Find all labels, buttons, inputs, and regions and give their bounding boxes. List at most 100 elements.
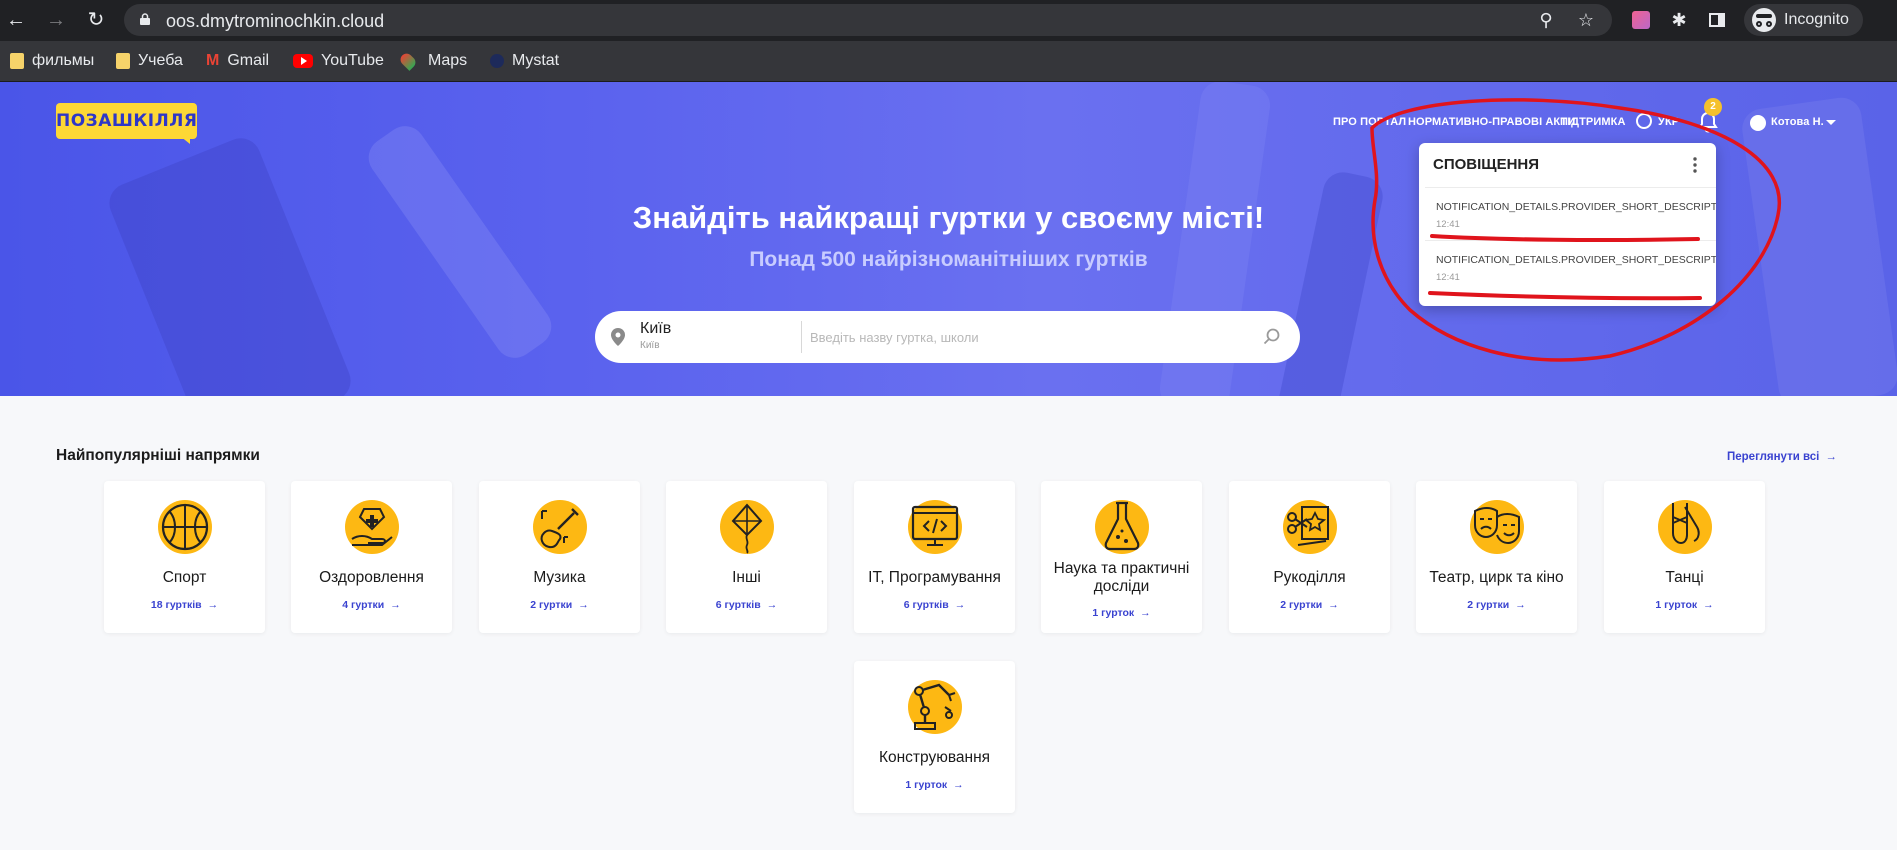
bookmark-gmail[interactable]: M Gmail [206,50,269,72]
category-title: Рукоділля [1273,569,1346,586]
category-count-link[interactable]: 1 гурток → [1604,599,1765,611]
guitar-icon [532,500,587,554]
category-count-link[interactable]: 1 гурток → [854,779,1015,791]
category-card[interactable]: Театр, цирк та кіно 2 гуртки → [1416,481,1577,633]
category-card[interactable]: Конструювання 1 гурток → [854,661,1015,813]
mystat-icon [490,54,504,68]
hero-pencil-decoration [360,118,560,366]
category-title: ІТ, Програмування [868,569,1001,586]
flask-icon [1094,500,1149,554]
arrow-right-icon: → [1703,599,1714,611]
category-title: Інші [732,569,761,586]
city-sub-label: Київ [640,340,660,351]
nav-legal[interactable]: НОРМАТИВНО-ПРАВОВІ АКТИ [1408,116,1575,128]
category-count: 2 гуртки [1467,599,1510,611]
ballet-shoes-icon [1657,500,1712,554]
search-icon[interactable] [1263,328,1281,346]
bookmark-label: Maps [428,52,468,69]
lock-icon [140,13,150,25]
category-card[interactable]: Танці 1 гурток → [1604,481,1765,633]
bookmark-study[interactable]: Учеба [116,50,183,72]
city-selector[interactable]: Київ [640,320,671,338]
zoom-icon[interactable]: ⚲ [1536,10,1556,30]
notification-text: NOTIFICATION_DETAILS.PROVIDER_SHORT_DESC… [1436,254,1716,266]
category-count-link[interactable]: 4 гуртки → [291,599,452,611]
bookmark-label: фильмы [32,52,95,69]
language-switch[interactable]: УКР [1658,116,1679,128]
category-card[interactable]: ІТ, Програмування 6 гуртків → [854,481,1015,633]
forward-arrow-icon[interactable]: → [44,8,68,32]
notification-text: NOTIFICATION_DETAILS.PROVIDER_SHORT_DESC… [1436,201,1716,213]
incognito-badge[interactable]: Incognito [1744,4,1863,36]
maps-pin-icon [398,51,418,71]
craft-scissors-icon [1282,500,1337,554]
category-title: Наука та практичні досліди [1053,560,1190,595]
category-count: 18 гуртків [150,599,202,611]
theater-masks-icon [1469,500,1524,554]
folder-icon [10,53,24,69]
bookmark-label: Mystat [512,52,560,69]
category-count-link[interactable]: 2 гуртки → [1416,599,1577,611]
category-count: 1 гурток [1655,599,1698,611]
see-all-label: Переглянути всі [1727,451,1820,463]
bookmark-label: Gmail [227,52,270,69]
category-title: Музика [533,569,586,586]
arrow-right-icon: → [1825,451,1837,463]
category-title: Театр, цирк та кіно [1429,569,1564,586]
site-logo[interactable]: ПОЗАШКІЛЛЯ [56,103,197,139]
notification-item[interactable]: NOTIFICATION_DETAILS.PROVIDER_SHORT_DESC… [1425,240,1716,292]
category-count-link[interactable]: 6 гуртків → [666,599,827,611]
health-hand-icon [344,500,399,554]
notifications-title: СПОВІЩЕННЯ [1433,156,1540,173]
category-card[interactable]: Рукоділля 2 гуртки → [1229,481,1390,633]
kite-icon [719,500,774,554]
computer-code-icon [907,500,962,554]
category-count-link[interactable]: 18 гуртків → [104,599,265,611]
search-input[interactable] [810,323,1250,351]
bookmark-maps[interactable]: Maps [398,50,468,72]
category-count-link[interactable]: 2 гуртки → [479,599,640,611]
category-count-link[interactable]: 2 гуртки → [1229,599,1390,611]
side-panel-icon[interactable] [1706,9,1728,31]
category-card[interactable]: Спорт 18 гуртків → [104,481,265,633]
category-count-link[interactable]: 6 гуртків → [854,599,1015,611]
category-card[interactable]: Інші 6 гуртків → [666,481,827,633]
chevron-down-icon[interactable] [1826,120,1836,125]
category-count: 1 гурток [905,779,948,791]
arrow-right-icon: → [1140,607,1151,619]
extension-gradient-icon[interactable] [1630,9,1652,31]
youtube-icon [293,54,313,68]
bookmark-mystat[interactable]: Mystat [490,50,559,72]
reload-icon[interactable]: ↻ [84,8,108,32]
category-card[interactable]: Оздоровлення 4 гуртки → [291,481,452,633]
category-count-link[interactable]: 1 гурток → [1041,607,1202,619]
category-card[interactable]: Наука та практичні досліди 1 гурток → [1041,481,1202,633]
search-divider [801,321,802,353]
bookmark-films[interactable]: фильмы [10,50,94,72]
back-arrow-icon[interactable]: ← [4,8,28,32]
arrow-right-icon: → [766,599,778,611]
bookmark-youtube[interactable]: YouTube [293,50,384,72]
browser-toolbar: ← → ↻ oos.dmytrominochkin.cloud ⚲ ☆ ✱ In… [0,0,1897,41]
address-bar[interactable]: oos.dmytrominochkin.cloud ⚲ ☆ [124,4,1612,36]
nav-about[interactable]: ПРО ПОРТАЛ [1333,116,1406,128]
arrow-right-icon: → [578,599,589,611]
notification-time: 12:41 [1436,272,1460,283]
notification-item[interactable]: NOTIFICATION_DETAILS.PROVIDER_SHORT_DESC… [1425,187,1716,239]
arrow-right-icon: → [1328,599,1339,611]
section-title: Найпопулярніші напрямки [56,447,260,464]
star-bookmark-icon[interactable]: ☆ [1576,10,1596,30]
arrow-right-icon: → [390,599,401,611]
user-avatar-icon[interactable] [1750,115,1766,131]
puzzle-extensions-icon[interactable]: ✱ [1668,9,1690,31]
category-count: 2 гуртки [530,599,573,611]
url-text[interactable]: oos.dmytrominochkin.cloud [166,11,384,32]
globe-icon[interactable] [1636,113,1652,129]
gmail-icon: M [206,52,220,69]
see-all-link[interactable]: Переглянути всі → [1727,451,1837,463]
user-name[interactable]: Котова Н. [1771,116,1824,128]
more-vertical-icon[interactable] [1689,155,1701,175]
nav-support[interactable]: ПІДТРИМКА [1560,116,1625,128]
location-pin-icon [611,328,625,346]
category-card[interactable]: Музика 2 гуртки → [479,481,640,633]
